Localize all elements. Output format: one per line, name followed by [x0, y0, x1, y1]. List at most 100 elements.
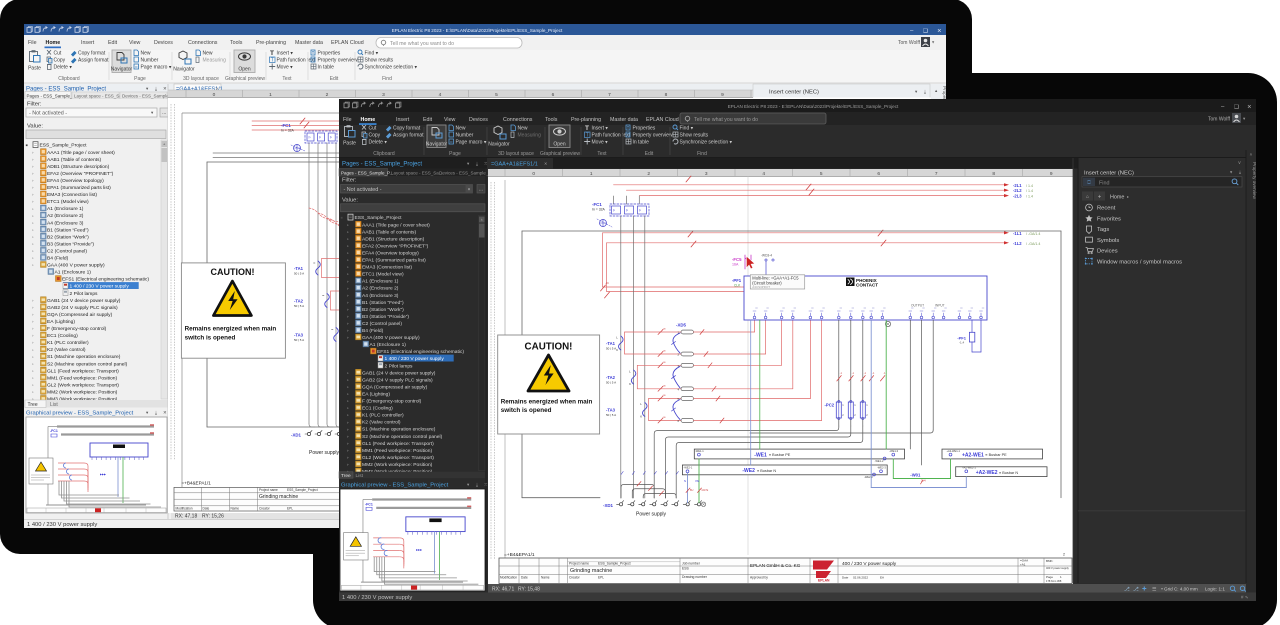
svg-text:Graphical preview: Graphical preview: [540, 151, 580, 157]
svg-text:New: New: [518, 126, 528, 132]
svg-text:Tell me what you want to do: Tell me what you want to do: [390, 41, 454, 47]
svg-text:/ 1.4: / 1.4: [1026, 184, 1033, 188]
svg-text:▹: ▹: [347, 300, 349, 304]
svg-text:Approved by: Approved by: [750, 576, 768, 580]
svg-text:▹: ▹: [32, 179, 34, 183]
svg-text:-TA2: -TA2: [606, 375, 616, 380]
svg-text:B2 (Station “Work”): B2 (Station “Work”): [47, 234, 89, 240]
svg-text:AAB1 (Table of contents): AAB1 (Table of contents): [362, 229, 416, 235]
svg-text:Graphical preview - ESS_Sample: Graphical preview - ESS_Sample_Project: [341, 483, 449, 489]
svg-text:Remains energized when main: Remains energized when main: [501, 399, 593, 406]
svg-text:▹: ▹: [347, 329, 349, 333]
svg-text:-TA3: -TA3: [294, 333, 304, 338]
svg-text:K: K: [616, 348, 618, 352]
svg-text:▹: ▹: [32, 228, 34, 232]
svg-text:Tom Wolff: Tom Wolff: [898, 40, 921, 46]
svg-text:▹: ▹: [347, 237, 349, 241]
svg-text:Paste: Paste: [28, 66, 41, 72]
svg-text:Open: Open: [553, 142, 565, 148]
svg-text:▹: ▹: [32, 369, 34, 373]
svg-text:EMA3 (Connection list): EMA3 (Connection list): [47, 192, 97, 198]
svg-text:▹: ▹: [347, 336, 349, 340]
svg-text:K: K: [629, 382, 631, 386]
svg-text:Window macros / symbol macros: Window macros / symbol macros: [1097, 259, 1182, 265]
svg-text:...: ...: [162, 110, 166, 116]
svg-text:⤓: ⤓: [924, 89, 926, 94]
svg-text:2: 2: [326, 92, 329, 98]
svg-text:178 from 368: 178 from 368: [1046, 579, 1062, 583]
svg-text:switch is opened: switch is opened: [185, 335, 236, 342]
svg-text:View: View: [129, 40, 141, 46]
svg-text:Symbols: Symbols: [1097, 238, 1119, 244]
svg-text:▹: ▹: [347, 272, 349, 276]
svg-text:⤓: ⤓: [155, 86, 157, 91]
svg-text:List: List: [50, 402, 58, 408]
svg-text:New: New: [141, 51, 151, 57]
svg-text:Devices: Devices: [1097, 249, 1118, 255]
svg-text:▹: ▹: [32, 376, 34, 380]
svg-text:Clipboard: Clipboard: [373, 151, 395, 157]
svg-text:Delete ▾: Delete ▾: [369, 140, 388, 146]
svg-text:Insert ▾: Insert ▾: [277, 51, 294, 57]
svg-text:9: 9: [1050, 171, 1053, 177]
svg-text:MM1 (Feed workpiece: Position): MM1 (Feed workpiece: Position): [362, 448, 432, 454]
svg-text:⤓: ⤓: [476, 161, 478, 166]
svg-text:...: ...: [479, 186, 483, 192]
svg-text:In = 32A: In = 32A: [281, 129, 294, 133]
svg-text:ETC1 (Model view): ETC1 (Model view): [47, 199, 89, 205]
svg-text:CAUTION!: CAUTION!: [525, 342, 573, 353]
svg-text:4: 4: [439, 92, 442, 98]
svg-text:In table: In table: [633, 140, 650, 146]
svg-text:F (Emergency-stop control): F (Emergency-stop control): [362, 399, 422, 405]
svg-text:MM1 (Feed workpiece: Position): MM1 (Feed workpiece: Position): [47, 375, 117, 381]
svg-text:-TA2: -TA2: [294, 299, 304, 304]
svg-text:Text: Text: [597, 151, 607, 157]
svg-text:Master data: Master data: [295, 40, 323, 46]
svg-text:RX: 47,18: RX: 47,18: [175, 514, 197, 520]
svg-text:Move ▾: Move ▾: [277, 65, 294, 71]
svg-text:▹: ▹: [32, 334, 34, 338]
svg-text:⎕: ⎕: [1087, 180, 1090, 186]
svg-text:Power supply: Power supply: [636, 512, 667, 518]
svg-text:4: 4: [762, 171, 765, 177]
svg-text:In = 32A: In = 32A: [592, 208, 605, 212]
svg-text:-WE2-2: -WE2-2: [864, 475, 873, 479]
svg-text:7: 7: [935, 171, 938, 177]
svg-text:⎇: ⎇: [1124, 587, 1130, 593]
svg-text:▴: ▴: [163, 142, 165, 146]
svg-text:Find: Find: [1099, 180, 1110, 186]
svg-text:Insert ▾: Insert ▾: [592, 126, 609, 132]
svg-text:Value:: Value:: [27, 124, 43, 130]
svg-text:C2 (Control panel): C2 (Control panel): [47, 248, 87, 254]
svg-text:-WE2: -WE2: [742, 468, 755, 474]
svg-text:▹: ▹: [347, 392, 349, 396]
svg-text:Copy format: Copy format: [393, 126, 421, 132]
svg-text:-WE2-3: -WE2-3: [877, 466, 886, 470]
svg-text:View: View: [444, 117, 456, 123]
svg-text:Page macro ▾: Page macro ▾: [456, 140, 487, 146]
svg-text:▹: ▹: [347, 265, 349, 269]
svg-text:A1 (Enclosure 1): A1 (Enclosure 1): [370, 342, 407, 348]
svg-text:1: 1: [590, 171, 593, 177]
svg-text:EPLAN GmbH & Co. KG: EPLAN GmbH & Co. KG: [750, 563, 801, 568]
svg-text:Tree: Tree: [341, 473, 351, 479]
svg-text:EPLAN Cloud: EPLAN Cloud: [646, 117, 679, 123]
svg-text:⤓: ⤓: [476, 482, 478, 487]
svg-text:▹: ▹: [32, 193, 34, 197]
svg-text:Clipboard: Clipboard: [58, 76, 80, 82]
svg-text:File: File: [28, 40, 37, 46]
svg-text:-WE1-3: -WE1-3: [889, 449, 898, 453]
svg-text:-WD3-4: -WD3-4: [761, 254, 772, 258]
svg-text:K: K: [640, 415, 642, 419]
svg-text:▹: ▹: [32, 383, 34, 387]
svg-text:Tree: Tree: [28, 402, 38, 408]
svg-text:PE: PE: [696, 479, 700, 483]
svg-text:EC1 (Cooling): EC1 (Cooling): [362, 406, 393, 412]
svg-text:5: 5: [495, 92, 498, 98]
svg-text:-1B: -1B: [662, 362, 666, 364]
svg-text:Tools: Tools: [230, 40, 243, 46]
svg-text:Drawing number: Drawing number: [682, 575, 708, 579]
svg-text:CONTACT: CONTACT: [856, 283, 878, 288]
svg-text:▹: ▹: [32, 200, 34, 204]
svg-text:Modification: Modification: [500, 576, 517, 580]
